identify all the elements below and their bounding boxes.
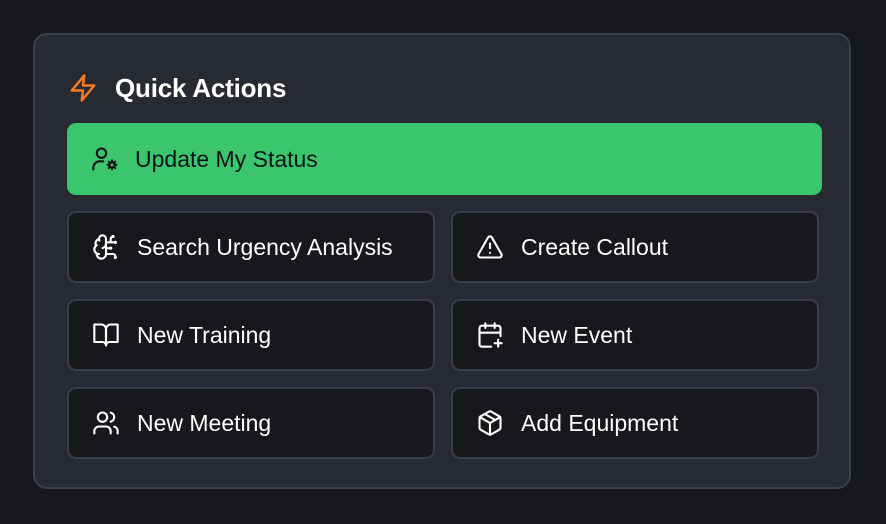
- new-event-button[interactable]: New Event: [451, 299, 819, 371]
- alert-triangle-icon: [476, 233, 504, 261]
- new-meeting-button[interactable]: New Meeting: [67, 387, 435, 459]
- card-header: Quick Actions: [68, 71, 286, 105]
- card-title: Quick Actions: [115, 72, 287, 103]
- calendar-plus-icon: [476, 321, 504, 349]
- new-event-label: New Event: [521, 321, 633, 348]
- search-urgency-analysis-button[interactable]: Search Urgency Analysis: [67, 211, 435, 283]
- update-my-status-button[interactable]: Update My Status: [67, 123, 822, 195]
- create-callout-label: Create Callout: [521, 233, 669, 260]
- lightning-bolt-icon: [68, 73, 98, 103]
- package-icon: [476, 409, 504, 437]
- add-equipment-label: Add Equipment: [521, 409, 679, 436]
- add-equipment-button[interactable]: Add Equipment: [451, 387, 819, 459]
- quick-actions-card: Quick Actions Update My Status Search Ur…: [33, 33, 851, 489]
- user-cog-icon: [91, 145, 119, 173]
- search-urgency-analysis-label: Search Urgency Analysis: [137, 233, 393, 260]
- create-callout-button[interactable]: Create Callout: [451, 211, 819, 283]
- book-open-icon: [92, 321, 120, 349]
- brain-icon: [92, 233, 120, 261]
- users-icon: [92, 409, 120, 437]
- new-meeting-label: New Meeting: [137, 409, 272, 436]
- update-my-status-label: Update My Status: [135, 145, 318, 172]
- new-training-label: New Training: [137, 321, 272, 348]
- new-training-button[interactable]: New Training: [67, 299, 435, 371]
